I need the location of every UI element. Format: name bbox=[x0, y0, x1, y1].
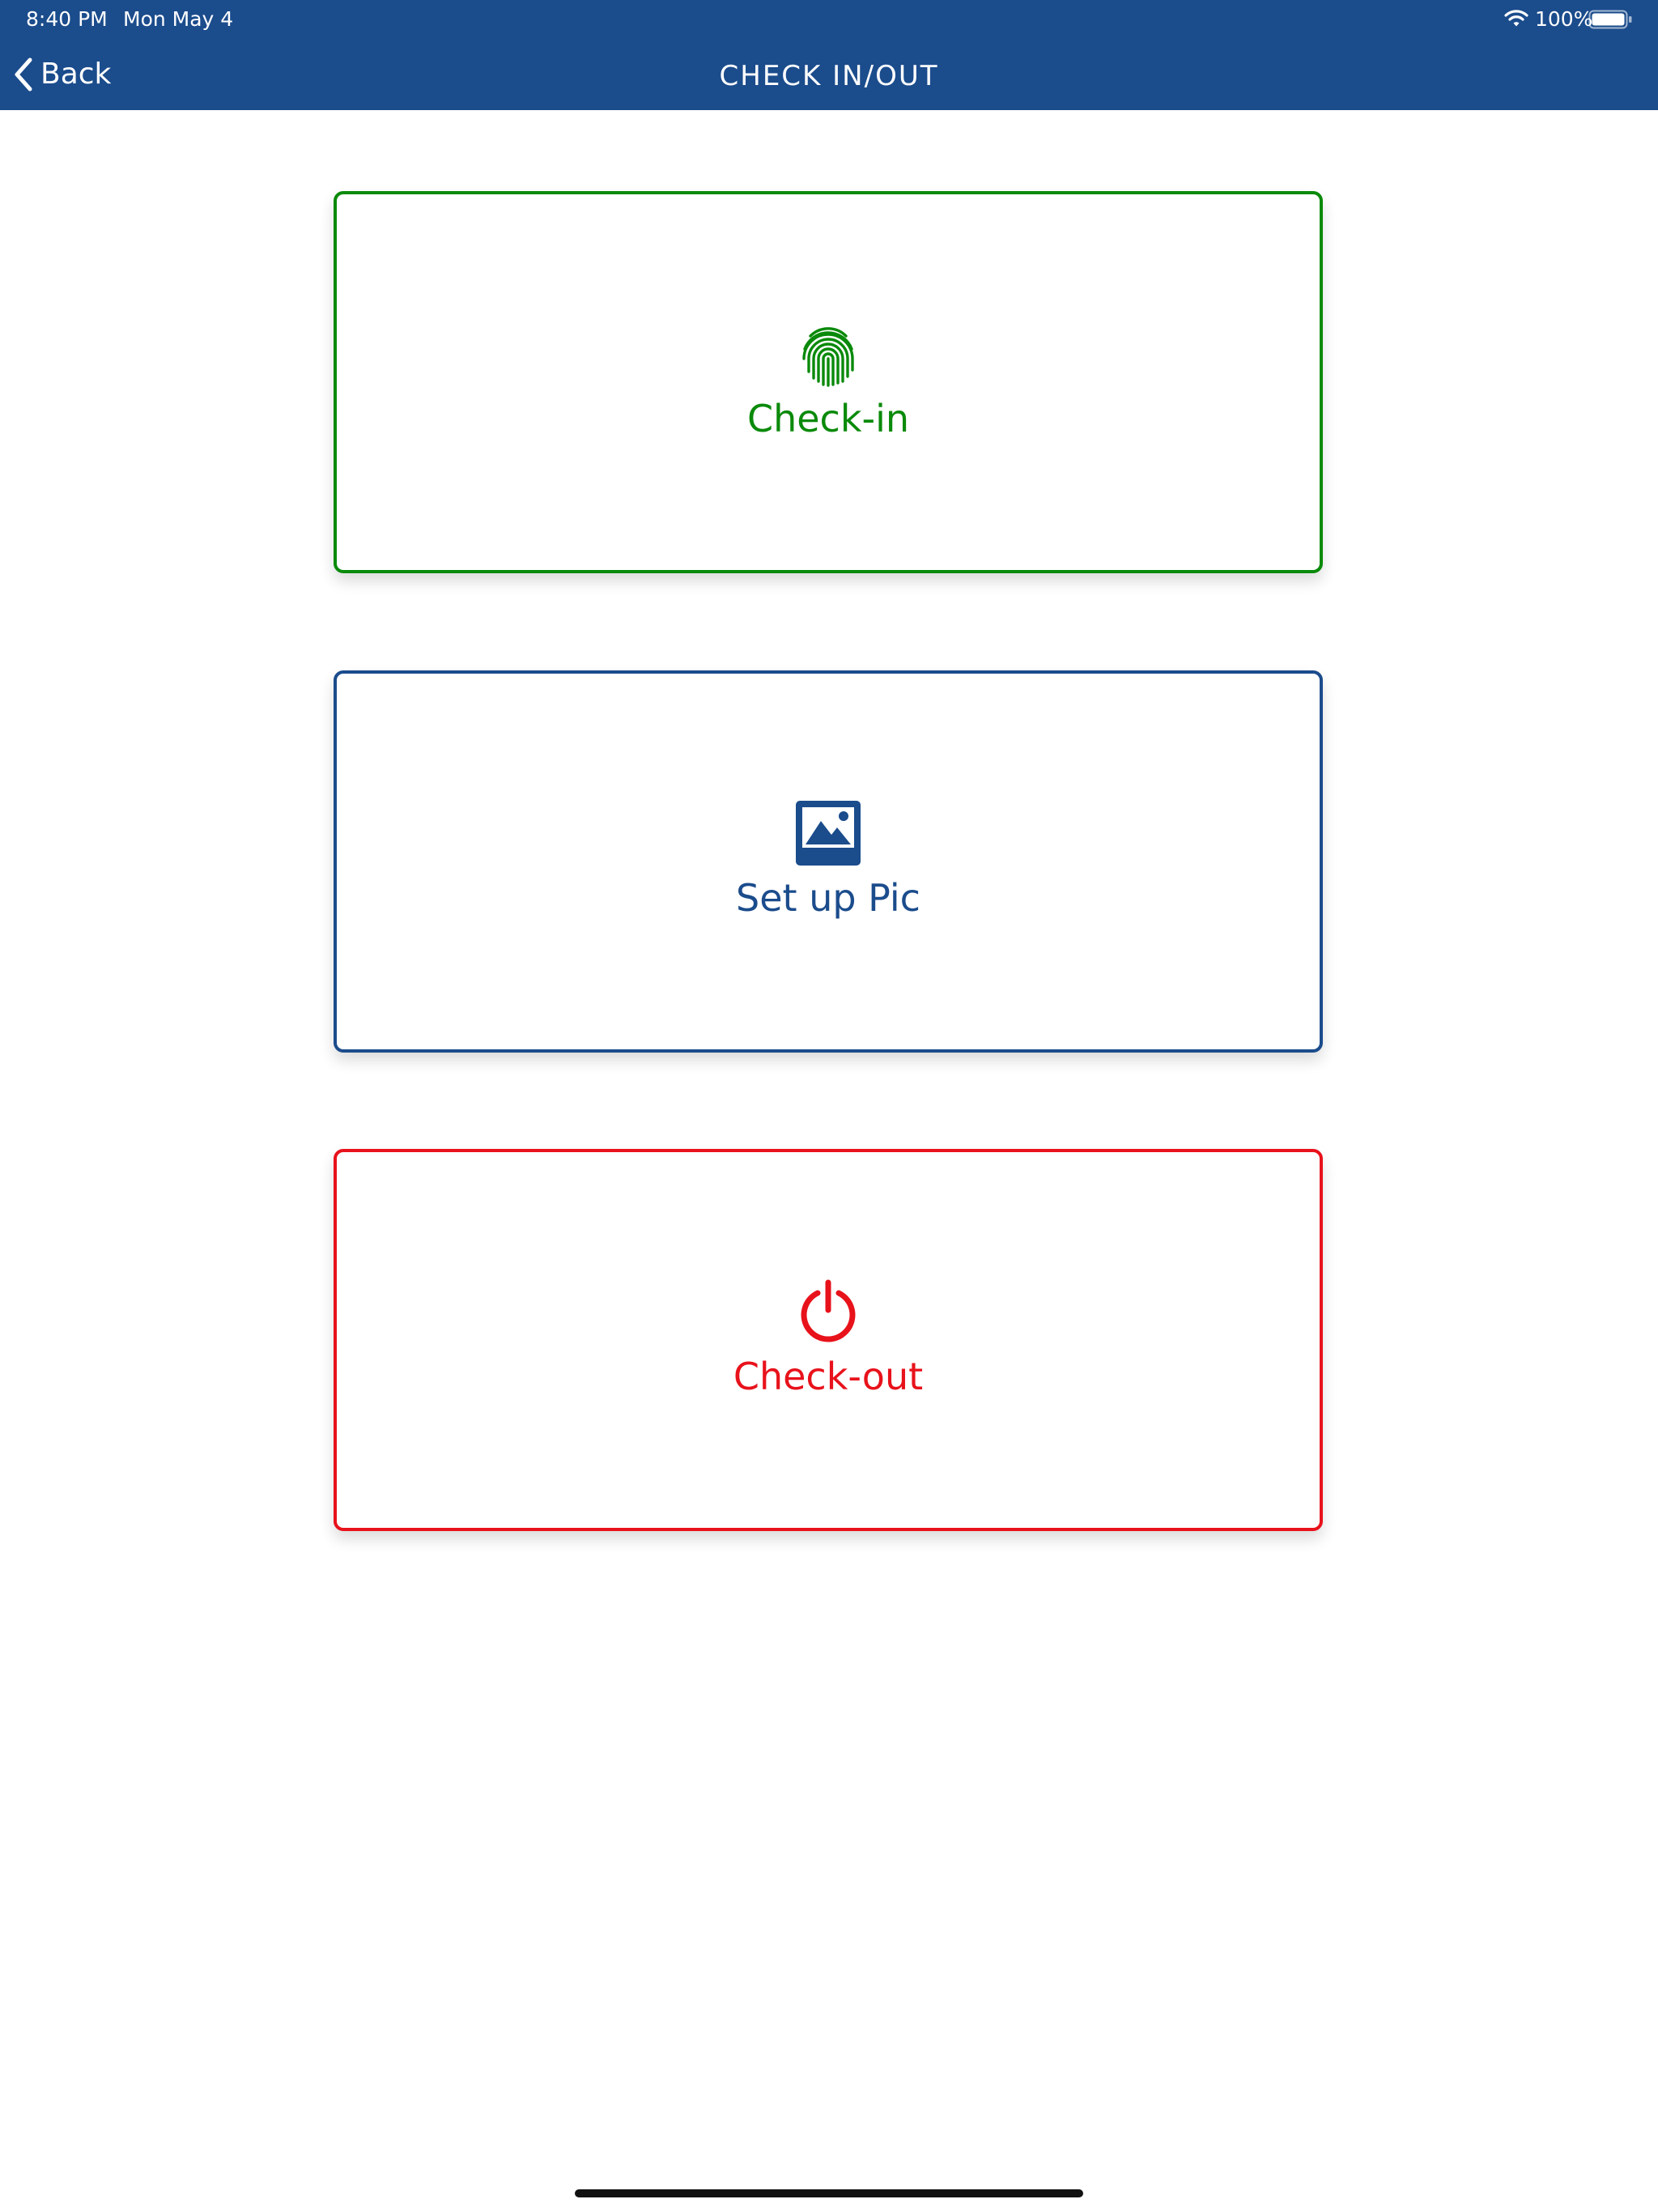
image-icon bbox=[796, 801, 861, 866]
check-out-button[interactable]: Check-out bbox=[334, 1149, 1323, 1531]
top-bar: 8:40 PM Mon May 4 100% Back CHECK IN/OUT bbox=[0, 0, 1658, 110]
check-in-label: Check-in bbox=[746, 397, 910, 440]
battery-percentage: 100% bbox=[1535, 7, 1593, 31]
set-up-pic-button[interactable]: Set up Pic bbox=[334, 670, 1323, 1053]
wifi-icon bbox=[1504, 10, 1528, 27]
check-in-out-screen: 8:40 PM Mon May 4 100% Back CHECK IN/OUT bbox=[0, 0, 1658, 2212]
power-icon bbox=[801, 1279, 856, 1342]
battery-icon bbox=[1588, 10, 1632, 29]
page-title: CHECK IN/OUT bbox=[719, 60, 939, 92]
home-indicator[interactable] bbox=[575, 2189, 1083, 2197]
status-date: Mon May 4 bbox=[123, 7, 234, 31]
check-in-button[interactable]: Check-in bbox=[334, 191, 1323, 573]
check-out-label: Check-out bbox=[733, 1355, 924, 1398]
fingerprint-icon bbox=[802, 327, 854, 387]
status-time: 8:40 PM bbox=[26, 7, 108, 31]
set-up-pic-label: Set up Pic bbox=[736, 876, 920, 920]
